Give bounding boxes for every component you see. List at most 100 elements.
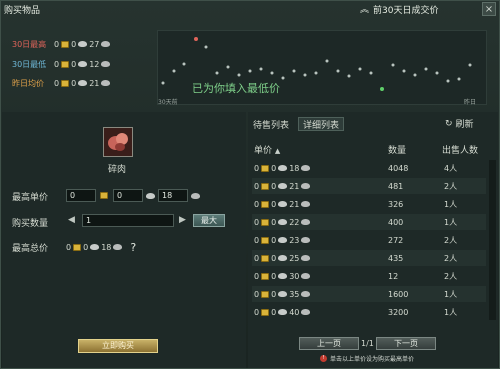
gold-coin-icon [261,290,270,298]
silver-value: 0 [271,253,277,263]
silver-value: 0 [271,181,277,191]
table-row[interactable]: 0 0 35 1600 1人 [252,286,486,302]
decrease-quantity-icon[interactable]: ◀ [68,215,75,225]
silver-coin-icon [90,244,100,250]
gold-value: 0 [54,39,60,49]
price-cell: 0 0 22 [252,218,388,227]
header-sellers: 出售人数 [442,146,479,156]
price-gold-input[interactable]: 0 [66,189,96,202]
quantity-cell: 3200 [388,307,409,317]
copper-coin-icon [301,273,311,279]
gold-coin-icon [261,200,270,208]
price-silver-input[interactable]: 0 [113,189,143,202]
silver-value: 0 [71,59,77,69]
gold-coin-icon [100,192,108,199]
gold-value: 0 [254,271,260,281]
silver-coin-icon [278,291,288,297]
copper-coin-icon [191,193,200,199]
help-icon[interactable]: ? [130,241,136,254]
gold-coin-icon [261,182,270,190]
history-title: 前30天日成交价 [373,6,439,16]
gold-coin-icon [61,60,70,68]
close-button[interactable]: × [482,2,496,16]
chart-point [248,69,252,73]
table-row[interactable]: 0 0 22 400 1人 [252,214,486,230]
chart-end-label: 昨日 [464,99,477,106]
chart-point [204,45,208,49]
gold-coin-icon [261,254,270,262]
chart-point [358,67,362,71]
chart-point [468,63,472,67]
gold-value: 0 [254,163,260,173]
prev-page-button[interactable]: 上一页 [299,337,359,350]
silver-coin-icon [278,219,288,225]
table-row[interactable]: 0 0 40 3200 1人 [252,304,486,320]
gold-coin-icon [261,218,270,226]
table-row[interactable]: 0 0 23 272 2人 [252,232,486,248]
header-price[interactable]: 单价 ▲ [254,143,280,156]
stat-row-30day-high: 30日最高 0 0 27 [12,38,111,50]
chart-point [402,69,406,73]
copper-value: 27 [89,39,100,49]
price-cell: 0 0 35 [252,290,388,299]
silver-coin-icon [78,80,88,86]
item-name: 碎肉 [108,165,127,175]
total-price-value: 0 0 18 ? [66,241,136,254]
quantity-input[interactable]: 1 [82,214,174,227]
refresh-label: 刷新 [455,120,474,130]
copper-value: 30 [289,271,300,281]
stat-row-yesterday-avg: 昨日均价 0 0 21 [12,77,111,89]
copper-value: 23 [289,235,300,245]
total-copper: 18 [101,242,112,252]
price-copper-input[interactable]: 18 [158,189,188,202]
meat-item-icon[interactable] [103,127,133,157]
table-scrollbar[interactable] [489,160,496,320]
copper-coin-icon [301,255,311,261]
quantity-cell: 400 [388,217,404,227]
max-quantity-button[interactable]: 最大 [193,214,225,227]
copper-coin-icon [301,237,311,243]
chart-point [314,71,318,75]
gold-coin-icon [261,308,270,316]
gold-value: 0 [254,253,260,263]
next-page-button[interactable]: 下一页 [376,337,436,350]
quantity-cell: 326 [388,199,404,209]
stat-row-30day-low: 30日最低 0 0 12 [12,58,111,70]
table-row[interactable]: 0 0 30 12 2人 [252,268,486,284]
chart-point [237,73,241,77]
silver-coin-icon [278,201,288,207]
chart-point [172,69,176,73]
table-row[interactable]: 0 0 25 435 2人 [252,250,486,266]
table-row[interactable]: 0 0 21 481 2人 [252,178,486,194]
sellers-cell: 2人 [444,271,458,281]
silver-coin-icon [278,237,288,243]
refresh-button[interactable]: ↻ 刷新 [445,117,474,131]
copper-value: 18 [289,163,300,173]
chart-point [270,71,274,75]
sort-icon[interactable]: ▲ [275,147,280,155]
stat-label: 昨日均价 [12,78,44,88]
chart-point [325,59,329,63]
chart-point [446,79,450,83]
silver-value: 0 [71,78,77,88]
chart-hint-text: 已为你填入最低价 [192,82,280,95]
silver-value: 0 [271,217,277,227]
silver-value: 0 [271,163,277,173]
header-price-label: 单价 [254,146,273,156]
chart-point [194,37,198,41]
increase-quantity-icon[interactable]: ▶ [179,215,186,225]
gold-value: 0 [254,289,260,299]
gold-coin-icon [73,243,82,251]
gold-coin-icon [261,236,270,244]
chart-point [281,76,285,80]
tab-detail-list[interactable]: 详细列表 [303,118,339,131]
collapse-up-icon[interactable]: ︽ [360,5,370,15]
history-header[interactable]: ︽ 前30天日成交价 [360,3,439,17]
tab-sale-list[interactable]: 待售列表 [253,118,289,131]
table-row[interactable]: 0 0 18 4048 4人 [252,160,486,176]
price-cell: 0 0 21 [252,182,388,191]
gold-value: 0 [254,217,260,227]
quantity-label: 购买数量 [12,219,49,229]
table-row[interactable]: 0 0 21 326 1人 [252,196,486,212]
buy-now-button[interactable]: 立即购买 [78,339,158,353]
